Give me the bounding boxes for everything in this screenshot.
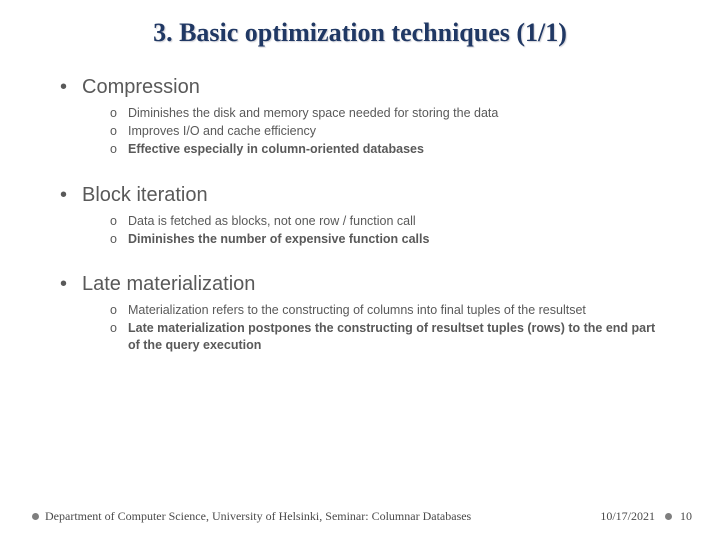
footer-department: Department of Computer Science, Universi… xyxy=(45,509,471,524)
footer-page-number: 10 xyxy=(680,509,692,524)
item-text: Data is fetched as blocks, not one row /… xyxy=(128,213,416,230)
bullet-icon: • xyxy=(60,77,82,97)
section-heading: Late materialization xyxy=(82,273,255,296)
footer-dot-icon xyxy=(32,513,39,520)
bullet-icon: • xyxy=(60,274,82,294)
item-text: Materialization refers to the constructi… xyxy=(128,302,586,319)
item-text: Diminishes the disk and memory space nee… xyxy=(128,105,498,122)
item-text: Late materialization postpones the const… xyxy=(128,320,670,354)
o-bullet-icon: o xyxy=(110,320,128,337)
section-heading: Block iteration xyxy=(82,184,208,207)
section-late-materialization: • Late materialization oMaterialization … xyxy=(60,273,670,354)
list-item: oDiminishes the number of expensive func… xyxy=(110,231,670,248)
item-text: Improves I/O and cache efficiency xyxy=(128,123,316,140)
item-text: Effective especially in column-oriented … xyxy=(128,141,424,158)
o-bullet-icon: o xyxy=(110,123,128,140)
o-bullet-icon: o xyxy=(110,213,128,230)
list-item: oDiminishes the disk and memory space ne… xyxy=(110,105,670,122)
bullet-icon: • xyxy=(60,185,82,205)
item-text: Diminishes the number of expensive funct… xyxy=(128,231,429,248)
slide-title: 3. Basic optimization techniques (1/1) xyxy=(50,18,670,48)
o-bullet-icon: o xyxy=(110,231,128,248)
slide: 3. Basic optimization techniques (1/1) •… xyxy=(0,0,720,540)
footer-dot-icon xyxy=(665,513,672,520)
sub-list: oData is fetched as blocks, not one row … xyxy=(110,213,670,248)
list-item: oData is fetched as blocks, not one row … xyxy=(110,213,670,230)
list-item: oEffective especially in column-oriented… xyxy=(110,141,670,158)
footer-date: 10/17/2021 xyxy=(600,509,655,524)
o-bullet-icon: o xyxy=(110,141,128,158)
list-item: oLate materialization postpones the cons… xyxy=(110,320,670,354)
o-bullet-icon: o xyxy=(110,105,128,122)
section-compression: • Compression oDiminishes the disk and m… xyxy=(60,76,670,158)
footer: Department of Computer Science, Universi… xyxy=(32,509,692,524)
list-item: oImproves I/O and cache efficiency xyxy=(110,123,670,140)
content-list: • Compression oDiminishes the disk and m… xyxy=(60,76,670,354)
o-bullet-icon: o xyxy=(110,302,128,319)
sub-list: oMaterialization refers to the construct… xyxy=(110,302,670,354)
section-heading: Compression xyxy=(82,76,200,99)
list-item: oMaterialization refers to the construct… xyxy=(110,302,670,319)
section-block-iteration: • Block iteration oData is fetched as bl… xyxy=(60,184,670,248)
sub-list: oDiminishes the disk and memory space ne… xyxy=(110,105,670,158)
